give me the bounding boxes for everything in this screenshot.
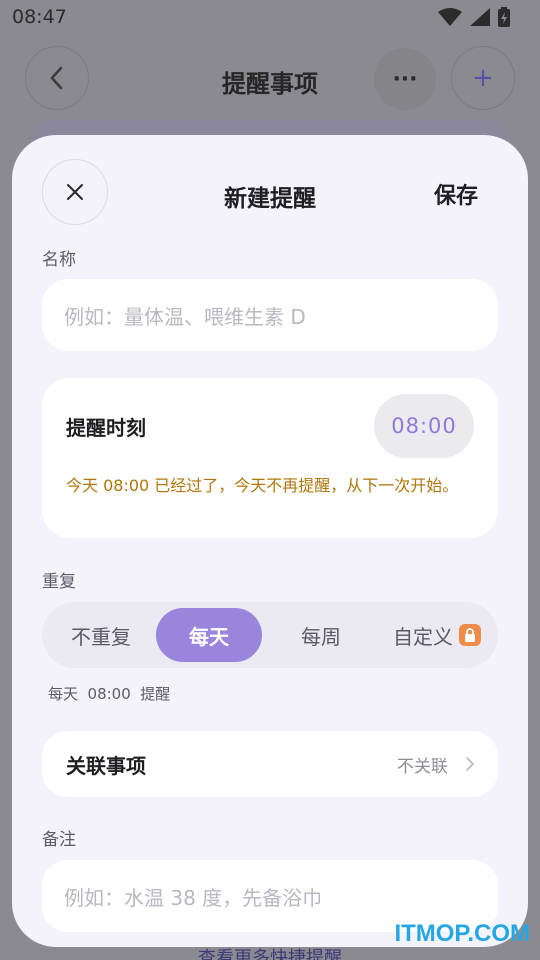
battery-icon: [498, 7, 510, 27]
more-button[interactable]: ···: [374, 48, 436, 110]
status-time: 08:47: [12, 6, 67, 28]
related-item-label: 关联事项: [66, 753, 146, 778]
lock-icon: [459, 624, 481, 646]
related-item-value: 不关联: [397, 756, 448, 777]
add-button[interactable]: +: [451, 46, 515, 110]
plus-icon: +: [472, 63, 494, 93]
reminder-time-label: 提醒时刻: [66, 416, 146, 440]
status-bar: 08:47: [0, 0, 540, 34]
chevron-right-icon: [466, 757, 474, 771]
name-input[interactable]: 例如：量体温、喂维生素 D: [42, 279, 498, 351]
signal-icon: [470, 8, 490, 26]
wifi-icon: [438, 8, 462, 26]
repeat-option-none[interactable]: 不重复: [46, 608, 156, 662]
repeat-summary: 每天 08:00 提醒: [48, 685, 171, 703]
time-passed-warning: 今天 08:00 已经过了，今天不再提醒，从下一次开始。: [66, 476, 459, 495]
time-picker-button[interactable]: 08:00: [374, 394, 474, 458]
repeat-option-weekly[interactable]: 每周: [262, 608, 380, 662]
note-label: 备注: [42, 830, 76, 850]
background-header: 提醒事项 ··· +: [0, 44, 540, 114]
save-button[interactable]: 保存: [434, 178, 478, 210]
new-reminder-sheet: 新建提醒 保存 名称 例如：量体温、喂维生素 D 提醒时刻 08:00 今天 0…: [12, 135, 528, 947]
repeat-option-daily[interactable]: 每天: [156, 608, 262, 662]
reminder-time-card: 提醒时刻 08:00 今天 08:00 已经过了，今天不再提醒，从下一次开始。: [42, 378, 498, 538]
repeat-option-custom[interactable]: 自定义: [380, 608, 494, 662]
watermark: ITMOP.COM: [394, 920, 530, 947]
related-item-row[interactable]: 关联事项 不关联: [42, 731, 498, 797]
repeat-option-custom-label: 自定义: [393, 624, 453, 649]
repeat-label: 重复: [42, 572, 76, 592]
more-icon: ···: [392, 66, 418, 92]
name-label: 名称: [42, 250, 76, 270]
repeat-segmented-control: 不重复 每天 每周 自定义: [42, 602, 498, 668]
status-icons: [438, 7, 510, 27]
